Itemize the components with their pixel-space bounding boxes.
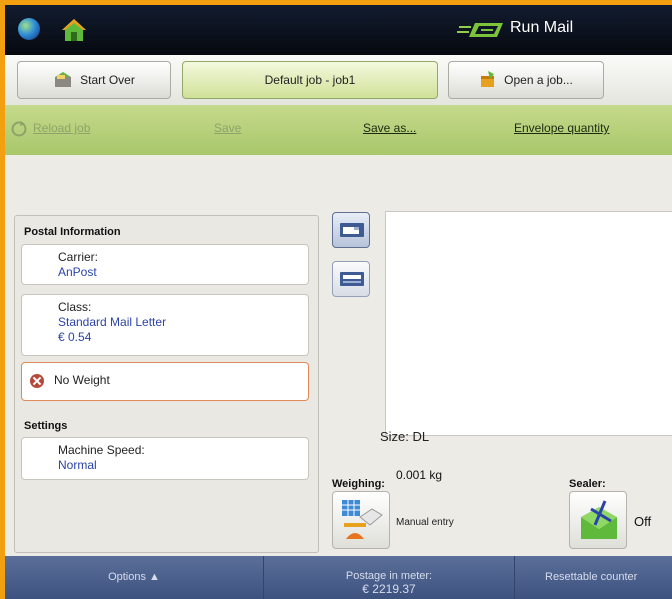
class-value: Standard Mail Letter bbox=[58, 315, 167, 329]
settings-heading: Settings bbox=[24, 420, 68, 432]
class-field[interactable]: Class: Standard Mail Letter € 0.54 bbox=[21, 294, 309, 356]
start-over-icon bbox=[55, 72, 72, 87]
run-mail-logo bbox=[457, 23, 503, 37]
machine-speed-label: Machine Speed: bbox=[58, 443, 145, 457]
reload-icon bbox=[11, 121, 27, 137]
home-icon[interactable] bbox=[61, 17, 87, 43]
class-label: Class: bbox=[58, 300, 92, 314]
save-link[interactable]: Save bbox=[214, 121, 241, 135]
globe-icon[interactable] bbox=[18, 18, 40, 40]
machine-speed-field[interactable]: Machine Speed: Normal bbox=[21, 437, 309, 480]
reload-job-link[interactable]: Reload job bbox=[33, 121, 90, 135]
save-as-link[interactable]: Save as... bbox=[363, 121, 416, 135]
machine-speed-value: Normal bbox=[58, 458, 97, 472]
sealer-icon bbox=[581, 500, 617, 539]
carrier-field[interactable]: Carrier: AnPost bbox=[21, 244, 309, 285]
carrier-label: Carrier: bbox=[58, 250, 99, 264]
app-window: Run Mail Start Over Default job - job1 O… bbox=[5, 5, 672, 599]
envelope-back-view-button[interactable] bbox=[332, 261, 370, 297]
postage-value: € 2219.37 bbox=[362, 582, 416, 596]
weighing-button[interactable] bbox=[332, 491, 390, 549]
envelope-size-label: Size: DL bbox=[380, 429, 430, 444]
title-bar: Run Mail bbox=[5, 5, 672, 55]
resettable-counter[interactable]: Resettable counter bbox=[545, 556, 672, 599]
status-divider bbox=[514, 556, 515, 599]
envelope-quantity-link[interactable]: Envelope quantity bbox=[514, 121, 609, 135]
postage-label: Postage in meter: bbox=[345, 570, 433, 582]
sealer-label: Sealer: bbox=[569, 478, 606, 490]
job-settings-panel: Postal Information Carrier: AnPost Class… bbox=[14, 215, 319, 553]
scale-icon bbox=[342, 500, 383, 539]
envelope-preview bbox=[385, 211, 672, 436]
tab-bar: Start Over Default job - job1 Open a job… bbox=[5, 55, 672, 108]
open-job-label: Open a job... bbox=[504, 73, 573, 87]
weight-value: 0.001 kg bbox=[396, 468, 443, 482]
sealer-button[interactable] bbox=[569, 491, 627, 549]
class-price: € 0.54 bbox=[58, 330, 92, 344]
carrier-value: AnPost bbox=[58, 265, 97, 279]
start-over-label: Start Over bbox=[80, 73, 135, 87]
error-icon bbox=[30, 374, 44, 388]
options-label: Options ▲ bbox=[108, 571, 160, 583]
open-job-button[interactable]: Open a job... bbox=[448, 61, 604, 99]
status-bar: Options ▲ Postage in meter: € 2219.37 Re… bbox=[5, 556, 672, 599]
envelope-front-view-button[interactable] bbox=[332, 212, 370, 248]
postage-meter-info: Postage in meter: € 2219.37 bbox=[264, 556, 514, 599]
app-title: Run Mail bbox=[510, 19, 574, 36]
weighing-label: Weighing: bbox=[332, 478, 385, 490]
weight-status: No Weight bbox=[54, 373, 110, 387]
start-over-button[interactable]: Start Over bbox=[17, 61, 171, 99]
postal-information-heading: Postal Information bbox=[24, 226, 121, 238]
tab-default-job-label: Default job - job1 bbox=[264, 73, 356, 87]
weight-status-field[interactable]: No Weight bbox=[21, 362, 309, 401]
action-bar: Reload job Save Save as... Envelope quan… bbox=[5, 105, 672, 155]
resettable-counter-label: Resettable counter bbox=[545, 571, 638, 583]
envelope-front-icon bbox=[340, 223, 364, 237]
sealer-value: Off bbox=[634, 514, 652, 529]
open-job-icon bbox=[481, 71, 495, 87]
tab-default-job[interactable]: Default job - job1 bbox=[182, 61, 438, 99]
weighing-mode: Manual entry bbox=[396, 517, 454, 528]
envelope-back-icon bbox=[340, 272, 364, 286]
options-button[interactable]: Options ▲ bbox=[5, 556, 263, 599]
